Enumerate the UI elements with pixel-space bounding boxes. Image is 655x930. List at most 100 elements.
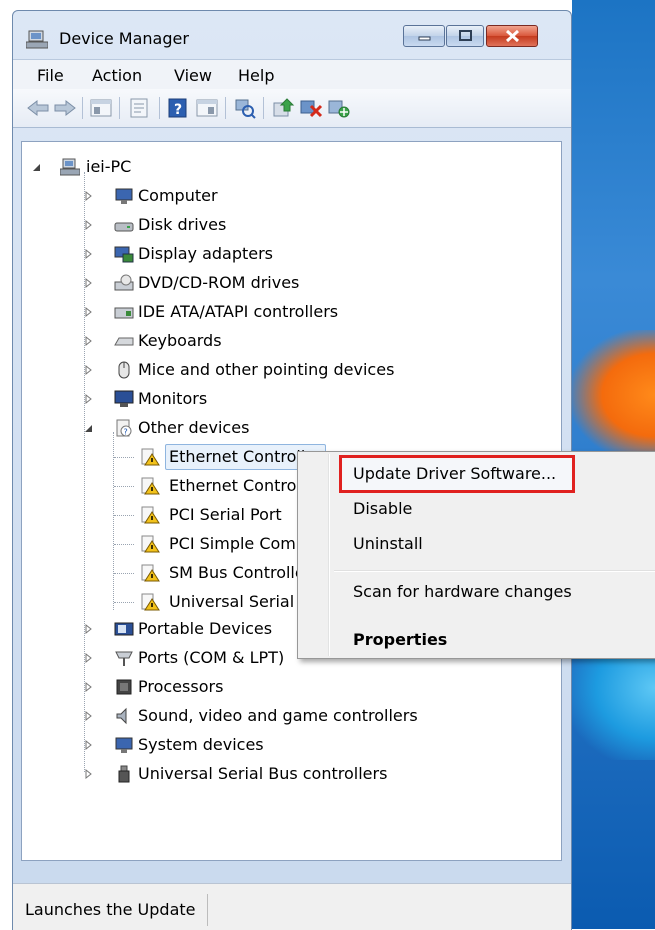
scan-hardware-icon[interactable] (233, 97, 257, 119)
tree-node-computer[interactable]: Computer (32, 183, 332, 209)
toolbar: ? (13, 89, 571, 128)
uninstall-icon[interactable] (299, 97, 323, 119)
ide-controller-icon (114, 307, 134, 319)
forward-arrow-icon[interactable] (53, 97, 77, 119)
tree-node-pci-simple-comm[interactable]: PCI Simple Comr (32, 531, 312, 557)
tree-node-monitors[interactable]: Monitors (32, 386, 332, 412)
tree-node-label: Universal Serial Bus controllers (138, 764, 388, 783)
expand-triangle-icon[interactable] (84, 336, 94, 346)
toolbar-separator (263, 97, 264, 119)
menu-scan-hardware[interactable]: Scan for hardware changes (353, 582, 572, 601)
minimize-button[interactable] (403, 25, 445, 47)
help-icon[interactable]: ? (166, 97, 190, 119)
tree-node-label: Processors (138, 677, 224, 696)
menu-help[interactable]: Help (238, 66, 274, 85)
expand-triangle-icon[interactable] (84, 624, 94, 634)
warning-device-icon (141, 564, 160, 582)
tree-node-disk-drives[interactable]: Disk drives (32, 212, 332, 238)
tree-guide-line (114, 486, 134, 488)
tree-node-label: PCI Simple Comr (169, 534, 303, 553)
toolbar-separator (119, 97, 120, 119)
unknown-device-icon: ? (116, 419, 132, 437)
portable-device-icon (114, 622, 134, 636)
expand-triangle-icon[interactable] (84, 365, 94, 375)
keyboard-icon (114, 337, 134, 346)
warning-device-icon (141, 448, 160, 466)
update-driver-icon[interactable] (271, 97, 295, 119)
tree-node-root[interactable]: iei-PC (32, 154, 232, 180)
tree-node-label: Sound, video and game controllers (138, 706, 418, 725)
warning-device-icon (141, 506, 160, 524)
close-button[interactable] (486, 25, 538, 47)
tree-node-processors[interactable]: Processors (32, 674, 332, 700)
enable-device-icon[interactable] (327, 97, 351, 119)
device-manager-icon (26, 30, 48, 49)
collapse-triangle-icon[interactable] (84, 423, 94, 433)
tree-node-display-adapters[interactable]: Display adapters (32, 241, 332, 267)
tree-node-ide-controllers[interactable]: IDE ATA/ATAPI controllers (32, 299, 352, 325)
computer-icon (60, 158, 80, 176)
maximize-icon (459, 30, 472, 41)
tree-node-portable-devices[interactable]: Portable Devices (32, 616, 332, 642)
menu-file[interactable]: File (37, 66, 64, 85)
collapse-triangle-icon[interactable] (32, 162, 42, 172)
show-hide-console-tree-icon[interactable] (89, 97, 113, 119)
expand-triangle-icon[interactable] (84, 249, 94, 259)
tree-node-label: Portable Devices (138, 619, 273, 638)
expand-triangle-icon[interactable] (84, 682, 94, 692)
status-separator (207, 894, 208, 926)
action-pane-icon[interactable] (195, 97, 219, 119)
tree-node-label: Mice and other pointing devices (138, 360, 395, 379)
tree-node-universal-serial-bus[interactable]: Universal Serial B (32, 589, 312, 615)
tree-node-label: Ethernet Control (169, 476, 301, 495)
status-bar: Launches the Update (13, 883, 571, 930)
tree-node-label: IDE ATA/ATAPI controllers (138, 302, 339, 321)
warning-device-icon (141, 477, 160, 495)
menu-bar: File Action View Help (13, 59, 571, 90)
tree-node-sound-video[interactable]: Sound, video and game controllers (32, 703, 432, 729)
tree-node-usb-controllers[interactable]: Universal Serial Bus controllers (32, 761, 432, 787)
expand-triangle-icon[interactable] (84, 394, 94, 404)
status-text: Launches the Update (25, 900, 196, 919)
tree-node-sm-bus-controller[interactable]: SM Bus Controlle (32, 560, 312, 586)
expand-triangle-icon[interactable] (84, 191, 94, 201)
expand-triangle-icon[interactable] (84, 220, 94, 230)
tree-node-system-devices[interactable]: System devices (32, 732, 332, 758)
expand-triangle-icon[interactable] (84, 278, 94, 288)
expand-triangle-icon[interactable] (84, 307, 94, 317)
maximize-button[interactable] (446, 25, 484, 47)
menu-separator (334, 570, 655, 572)
tree-node-label: Other devices (138, 418, 250, 437)
back-arrow-icon[interactable] (26, 97, 50, 119)
tree-node-keyboards[interactable]: Keyboards (32, 328, 332, 354)
tree-node-label: DVD/CD-ROM drives (138, 273, 300, 292)
expand-triangle-icon[interactable] (84, 653, 94, 663)
menu-action[interactable]: Action (92, 66, 142, 85)
menu-update-driver-software[interactable]: Update Driver Software... (353, 464, 556, 483)
tree-guide-line (114, 602, 134, 604)
properties-icon[interactable] (127, 97, 151, 119)
expand-triangle-icon[interactable] (84, 769, 94, 779)
menu-properties[interactable]: Properties (353, 630, 447, 649)
tree-node-ports[interactable]: Ports (COM & LPT) (32, 645, 332, 671)
title-bar[interactable]: Device Manager (13, 11, 571, 59)
tree-node-pci-serial-port[interactable]: PCI Serial Port (32, 502, 312, 528)
menu-view[interactable]: View (174, 66, 212, 85)
window-title: Device Manager (59, 29, 189, 48)
menu-disable[interactable]: Disable (353, 499, 412, 518)
tree-node-dvd-drives[interactable]: DVD/CD-ROM drives (32, 270, 332, 296)
close-icon (505, 29, 520, 43)
tree-node-mice[interactable]: Mice and other pointing devices (32, 357, 412, 383)
warning-device-icon (141, 593, 160, 611)
toolbar-separator (82, 97, 83, 119)
menu-uninstall[interactable]: Uninstall (353, 534, 423, 553)
expand-triangle-icon[interactable] (84, 711, 94, 721)
tree-node-label: PCI Serial Port (169, 505, 282, 524)
menu-gutter (328, 454, 330, 656)
tree-node-ethernet-controller-2[interactable]: Ethernet Control (32, 473, 312, 499)
tree-guide-line (114, 457, 134, 459)
expand-triangle-icon[interactable] (84, 740, 94, 750)
tree-node-label: Ports (COM & LPT) (138, 648, 285, 667)
port-connector-icon (115, 651, 133, 666)
tree-node-other-devices[interactable]: ? Other devices (32, 415, 332, 441)
